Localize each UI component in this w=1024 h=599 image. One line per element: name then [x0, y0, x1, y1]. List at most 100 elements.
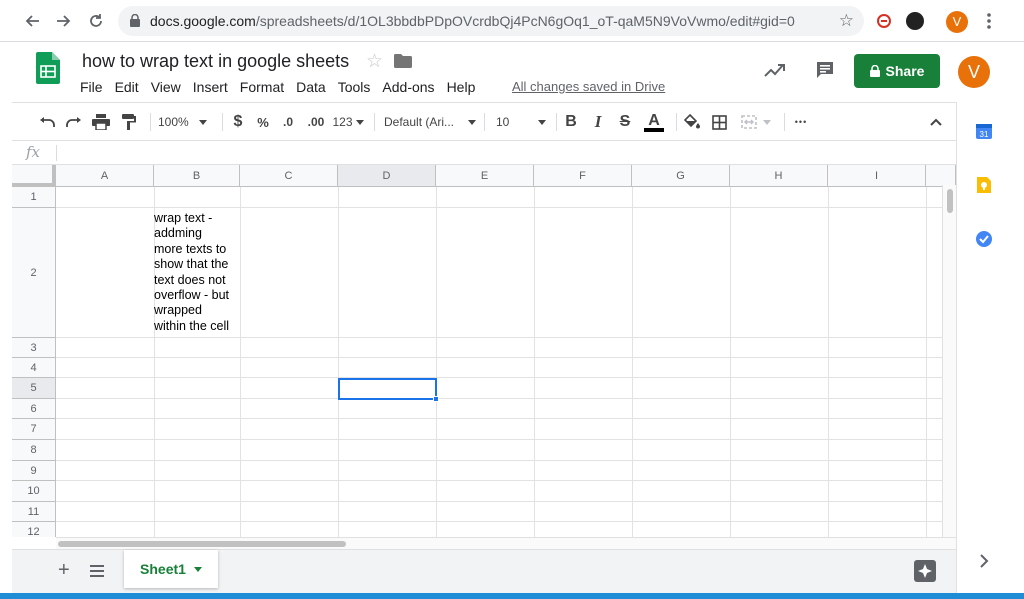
column-header-blank: [926, 165, 956, 187]
keep-icon[interactable]: [975, 176, 993, 194]
all-sheets-menu-icon[interactable]: [90, 565, 104, 577]
cell-b2[interactable]: wrap text - addming more texts to show t…: [154, 211, 238, 334]
calendar-icon[interactable]: 31: [975, 122, 993, 140]
star-icon[interactable]: ☆: [366, 50, 383, 73]
menu-format[interactable]: Format: [234, 78, 290, 98]
menu-edit[interactable]: Edit: [109, 78, 145, 98]
comment-icon[interactable]: [815, 60, 835, 80]
text-color-label: A: [648, 111, 660, 129]
paint-format-icon[interactable]: [118, 111, 140, 133]
more-tools-button[interactable]: •••: [790, 111, 812, 133]
bold-button[interactable]: B: [562, 111, 580, 133]
active-cell-d5[interactable]: [338, 378, 437, 400]
fx-icon: fx: [26, 143, 41, 161]
more-formats-select[interactable]: 123: [332, 111, 364, 133]
vertical-scroll-thumb[interactable]: [947, 189, 953, 213]
row-header-5[interactable]: 5: [12, 378, 56, 399]
folder-icon[interactable]: [394, 54, 412, 68]
extension-badge-icon[interactable]: [906, 12, 924, 30]
caret-down-icon: [198, 119, 207, 125]
horizontal-scrollbar[interactable]: [56, 537, 956, 549]
merge-cells-icon[interactable]: [737, 111, 775, 133]
browser-toolbar: docs.google.com/spreadsheets/d/1OL3bbdbP…: [0, 0, 1024, 42]
caret-down-icon[interactable]: [193, 566, 202, 572]
select-all-corner[interactable]: [12, 165, 56, 187]
font-size-select[interactable]: 10: [496, 111, 546, 133]
menu-insert[interactable]: Insert: [187, 78, 234, 98]
zoom-select[interactable]: 100%: [158, 111, 214, 133]
column-header-g[interactable]: G: [632, 165, 730, 187]
cell-grid[interactable]: A B C D E F G H I 1 2 3 4 5 6 7 8 9 10 1…: [12, 165, 956, 537]
vertical-scrollbar[interactable]: [942, 185, 956, 537]
fill-handle[interactable]: [433, 396, 439, 402]
expand-panel-icon[interactable]: [979, 554, 989, 568]
fill-color-icon[interactable]: [682, 111, 702, 133]
menu-view[interactable]: View: [145, 78, 187, 98]
column-header-f[interactable]: F: [534, 165, 632, 187]
collapse-toolbar-icon[interactable]: [926, 111, 946, 133]
tasks-icon[interactable]: [975, 230, 993, 248]
toolbar-divider: [676, 113, 677, 131]
sheets-logo-icon[interactable]: [36, 52, 60, 84]
column-header-e[interactable]: E: [436, 165, 534, 187]
row-header-10[interactable]: 10: [12, 481, 56, 502]
row-header-2[interactable]: 2: [12, 208, 56, 338]
reload-icon[interactable]: [84, 9, 108, 33]
row-header-12[interactable]: 12: [12, 522, 56, 537]
redo-icon[interactable]: [63, 111, 85, 133]
menu-addons[interactable]: Add-ons: [376, 78, 440, 98]
sheet-tabs-bar: + Sheet1: [12, 549, 956, 593]
bookmark-star-icon[interactable]: ☆: [839, 11, 854, 31]
side-panel: 31: [956, 102, 1024, 593]
column-header-d[interactable]: D: [338, 165, 436, 187]
menu-help[interactable]: Help: [441, 78, 482, 98]
extension-icon[interactable]: [876, 13, 892, 29]
row-header-8[interactable]: 8: [12, 440, 56, 461]
decrease-decimal-button[interactable]: .0: [277, 111, 299, 133]
row-header-1[interactable]: 1: [12, 187, 56, 208]
caret-down-icon: [468, 119, 476, 125]
row-header-4[interactable]: 4: [12, 358, 56, 378]
forward-icon[interactable]: [52, 9, 76, 33]
menu-file[interactable]: File: [74, 78, 109, 98]
toolbar-divider: [374, 113, 375, 131]
row-header-11[interactable]: 11: [12, 502, 56, 522]
column-header-b[interactable]: B: [154, 165, 240, 187]
menu-tools[interactable]: Tools: [332, 78, 377, 98]
document-title[interactable]: how to wrap text in google sheets: [82, 51, 349, 72]
column-header-a[interactable]: A: [56, 165, 154, 187]
browser-menu-icon[interactable]: [982, 9, 996, 33]
toolbar-divider: [556, 113, 557, 131]
explore-trend-icon[interactable]: [764, 62, 786, 78]
font-family-select[interactable]: Default (Ari...: [384, 111, 476, 133]
print-icon[interactable]: [90, 111, 112, 133]
column-header-c[interactable]: C: [240, 165, 338, 187]
column-header-h[interactable]: H: [730, 165, 828, 187]
taskbar-strip: [0, 593, 1024, 599]
italic-button[interactable]: I: [589, 111, 607, 133]
horizontal-scroll-thumb[interactable]: [58, 541, 346, 547]
menu-data[interactable]: Data: [290, 78, 332, 98]
column-header-i[interactable]: I: [828, 165, 926, 187]
strikethrough-button[interactable]: S: [616, 111, 634, 133]
percent-format-button[interactable]: %: [253, 111, 273, 133]
browser-profile-avatar[interactable]: V: [946, 11, 968, 33]
explore-icon[interactable]: [914, 560, 936, 582]
text-color-button[interactable]: A: [642, 111, 666, 133]
address-bar[interactable]: docs.google.com/spreadsheets/d/1OL3bbdbP…: [118, 6, 864, 36]
account-avatar[interactable]: V: [958, 56, 990, 88]
undo-icon[interactable]: [36, 111, 58, 133]
sheet-tab-sheet1[interactable]: Sheet1: [124, 550, 218, 588]
share-button[interactable]: Share: [854, 54, 940, 88]
saved-status-link[interactable]: All changes saved in Drive: [512, 79, 665, 94]
row-header-6[interactable]: 6: [12, 399, 56, 419]
currency-format-button[interactable]: $: [228, 111, 248, 133]
increase-decimal-button[interactable]: .00: [304, 111, 328, 133]
add-sheet-icon[interactable]: +: [58, 559, 70, 582]
row-header-3[interactable]: 3: [12, 338, 56, 358]
formula-bar[interactable]: fx: [12, 141, 956, 165]
back-icon[interactable]: [20, 9, 44, 33]
borders-icon[interactable]: [709, 111, 729, 133]
row-header-9[interactable]: 9: [12, 461, 56, 481]
row-header-7[interactable]: 7: [12, 419, 56, 440]
